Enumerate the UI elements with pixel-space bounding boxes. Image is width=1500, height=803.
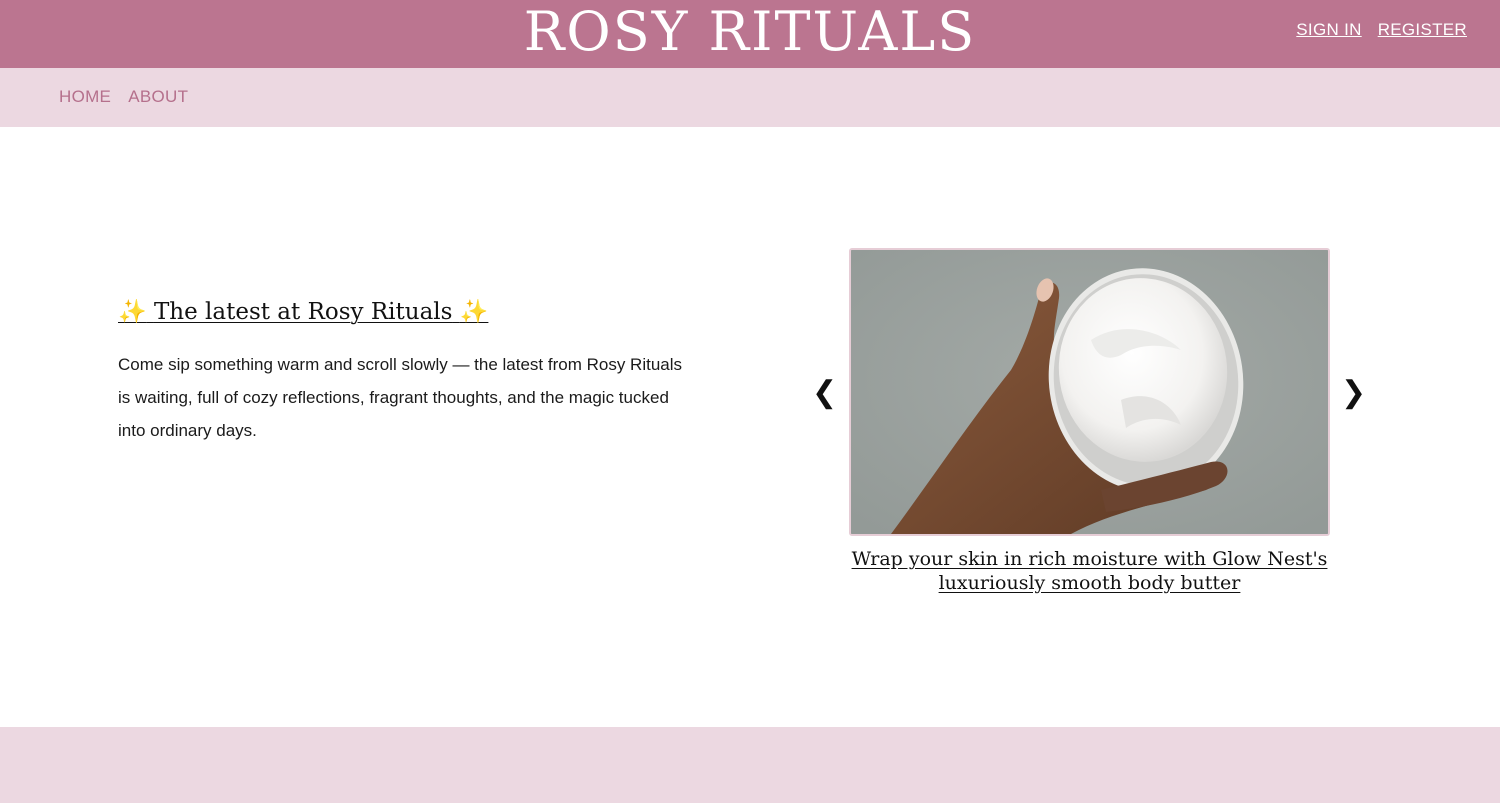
body-butter-photo: [851, 250, 1328, 534]
latest-intro: ✨ The latest at Rosy Rituals ✨ Come sip …: [118, 296, 698, 447]
carousel-prev-icon[interactable]: ❮: [812, 375, 837, 410]
nav-about[interactable]: ABOUT: [128, 87, 188, 107]
top-header: ROSY RITUALS SIGN IN REGISTER: [0, 0, 1500, 68]
register-link[interactable]: REGISTER: [1378, 20, 1467, 40]
featured-carousel: ❮ ❯ Wrap your skin in rich moisture with…: [812, 247, 1372, 607]
footer-band: [0, 727, 1500, 803]
nav-home[interactable]: HOME: [59, 87, 111, 107]
carousel-caption-link[interactable]: Wrap your skin in rich moisture with Glo…: [849, 547, 1330, 595]
site-logo: ROSY RITUALS: [523, 0, 977, 63]
latest-heading[interactable]: ✨ The latest at Rosy Rituals ✨: [118, 296, 698, 328]
latest-description: Come sip something warm and scroll slowl…: [118, 355, 683, 440]
sign-in-link[interactable]: SIGN IN: [1296, 20, 1361, 40]
carousel-next-icon[interactable]: ❯: [1341, 375, 1366, 410]
sparkle-icon: ✨: [118, 299, 147, 325]
auth-links: SIGN IN REGISTER: [1296, 20, 1467, 40]
main-nav: HOME ABOUT: [0, 68, 1500, 127]
sparkle-icon: ✨: [459, 299, 489, 325]
latest-heading-text: The latest at Rosy Rituals: [153, 299, 453, 325]
carousel-slide-image[interactable]: [849, 248, 1330, 536]
